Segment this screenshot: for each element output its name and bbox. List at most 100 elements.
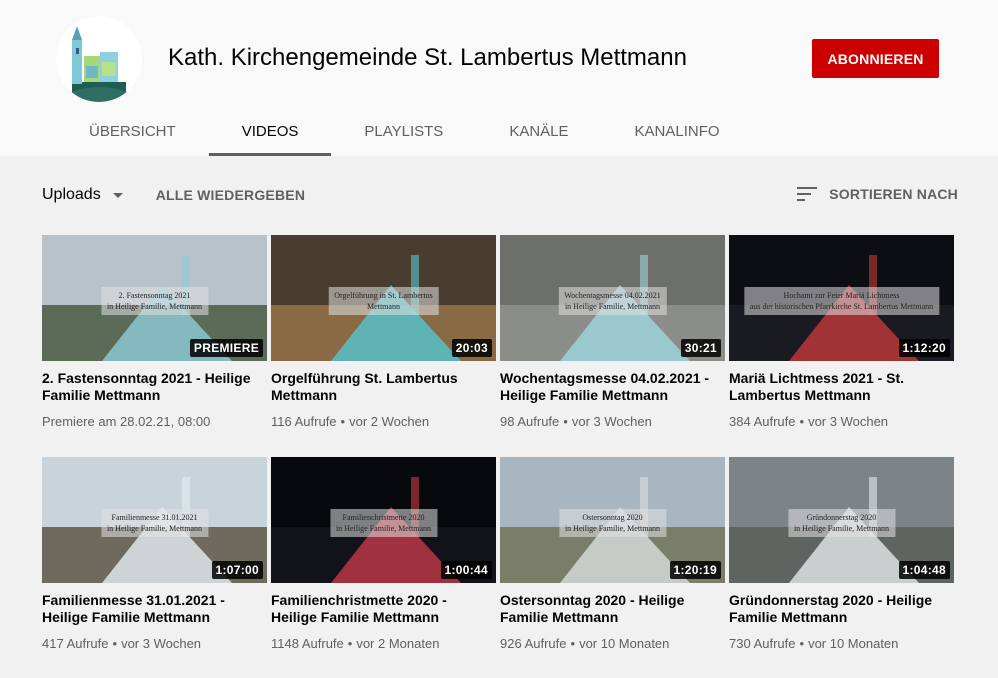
upload-age: vor 3 Wochen [808,414,889,429]
video-title[interactable]: 2. Fastensonntag 2021 - Heilige Familie … [42,370,267,404]
channel-avatar[interactable] [56,16,142,102]
video-meta: 1148 Aufrufe • vor 2 Monaten [271,636,496,651]
thumbnail-caption-line: Wochentagsmesse 04.02.2021 [564,290,661,300]
thumbnail-caption-line: in Heilige Familie, Mettmann [564,523,661,533]
upload-age: vor 3 Wochen [571,414,652,429]
thumbnail-caption-line: in Heilige Familie, Mettmann [335,523,432,533]
thumbnail-caption: Hochamt zur Feier Mariä Lichtmess aus der… [743,286,940,315]
thumbnail-caption-line: Familienchristmette 2020 [342,512,425,522]
video-meta: 730 Aufrufe • vor 10 Monaten [729,636,954,651]
video-card[interactable]: Familienmesse 31.01.2021 in Heilige Famil… [42,457,267,651]
video-card[interactable]: Wochentagsmesse 04.02.2021 in Heilige Fam… [500,235,725,429]
duration-badge: 1:07:00 [211,561,263,579]
thumbnail-caption-line: Hochamt zur Feier Mariä Lichtmess [783,290,900,300]
sort-button[interactable]: SORTIEREN NACH [797,186,958,202]
video-card[interactable]: Familienchristmette 2020 in Heilige Famil… [271,457,496,651]
video-meta: 926 Aufrufe • vor 10 Monaten [500,636,725,651]
upload-age: vor 3 Wochen [121,636,202,651]
duration-badge: 1:12:20 [898,339,950,357]
duration-badge: 1:20:19 [669,561,721,579]
video-thumbnail[interactable]: Ostersonntag 2020 in Heilige Familie, Met… [500,457,725,583]
video-card[interactable]: 2. Fastensonntag 2021 in Heilige Familie,… [42,235,267,429]
view-count: 730 Aufrufe [729,636,796,651]
meta-separator: • [799,414,805,429]
video-thumbnail[interactable]: 2. Fastensonntag 2021 in Heilige Familie,… [42,235,267,361]
video-thumbnail[interactable]: Gründonnerstag 2020 in Heilige Familie, M… [729,457,954,583]
thumbnail-caption: Wochentagsmesse 04.02.2021 in Heilige Fam… [558,286,667,315]
thumbnail-caption-line: Gründonnerstag 2020 [806,512,877,522]
upload-age: vor 2 Monaten [356,636,440,651]
thumbnail-caption-line: Ostersonntag 2020 [582,512,643,522]
video-thumbnail[interactable]: Wochentagsmesse 04.02.2021 in Heilige Fam… [500,235,725,361]
video-meta: 417 Aufrufe • vor 3 Wochen [42,636,267,651]
video-title[interactable]: Orgelführung St. Lambertus Mettmann [271,370,496,404]
video-title[interactable]: Ostersonntag 2020 - Heilige Familie Mett… [500,592,725,626]
video-meta: 384 Aufrufe • vor 3 Wochen [729,414,954,429]
meta-separator: • [563,414,568,429]
upload-age: vor 10 Monaten [579,636,670,651]
thumbnail-caption: Orgelführung in St. Lambertus Mettmann [328,286,439,315]
video-card[interactable]: Hochamt zur Feier Mariä Lichtmess aus der… [729,235,954,429]
meta-separator: • [340,414,346,429]
video-card[interactable]: Gründonnerstag 2020 in Heilige Familie, M… [729,457,954,651]
video-title[interactable]: Familienmesse 31.01.2021 - Heilige Famil… [42,592,267,626]
thumbnail-caption-line: Orgelführung in St. Lambertus [334,290,433,300]
duration-badge: 30:21 [680,339,721,357]
view-count: 926 Aufrufe [500,636,567,651]
video-toolbar: Uploads ALLE WIEDERGEBEN [42,186,305,204]
videos-section: Uploads ALLE WIEDERGEBEN SORTIEREN NACH … [0,156,998,678]
tab-2[interactable]: VIDEOS [208,106,332,156]
channel-name[interactable]: Kath. Kirchengemeinde St. Lambertus Mett… [168,44,687,72]
tab-4[interactable]: KANÄLE [476,106,601,156]
tab-1[interactable]: ÜBERSICHT [56,106,209,156]
duration-badge: 20:03 [451,339,492,357]
thumbnail-caption: Ostersonntag 2020 in Heilige Familie, Met… [558,508,667,537]
church-logo-icon [66,26,132,102]
meta-separator: • [347,636,353,651]
thumbnail-caption: 2. Fastensonntag 2021 in Heilige Familie,… [100,286,209,315]
video-card[interactable]: Ostersonntag 2020 in Heilige Familie, Met… [500,457,725,651]
channel-header: Kath. Kirchengemeinde St. Lambertus Mett… [0,0,998,156]
uploads-dropdown[interactable]: Uploads [42,186,123,204]
duration-badge: 1:04:48 [898,561,950,579]
upload-age: vor 10 Monaten [808,636,899,651]
thumbnail-caption-line: in Heilige Familie, Mettmann [564,301,661,311]
caret-down-icon [112,192,123,198]
view-count: 384 Aufrufe [729,414,796,429]
upload-age: vor 2 Wochen [349,414,430,429]
meta-separator: • [799,636,805,651]
thumbnail-caption: Familienmesse 31.01.2021 in Heilige Famil… [100,508,209,537]
video-meta: 116 Aufrufe • vor 2 Wochen [271,414,496,429]
tab-3[interactable]: PLAYLISTS [331,106,476,156]
video-thumbnail[interactable]: Hochamt zur Feier Mariä Lichtmess aus der… [729,235,954,361]
channel-tabs: ÜBERSICHT VIDEOS PLAYLISTS KANÄLE KANALINFO [56,106,753,156]
thumbnail-caption-line: in Heilige Familie, Mettmann [793,523,890,533]
thumbnail-caption-line: aus der historischen Pfarrkirche St. Lam… [749,301,934,311]
video-card[interactable]: Orgelführung in St. Lambertus Mettmann 20:… [271,235,496,429]
video-title[interactable]: Familienchristmette 2020 - Heilige Famil… [271,592,496,626]
tab-5[interactable]: KANALINFO [602,106,753,156]
duration-badge: 1:00:44 [440,561,492,579]
sort-icon [797,187,818,201]
video-thumbnail[interactable]: Familienmesse 31.01.2021 in Heilige Famil… [42,457,267,583]
video-title[interactable]: Gründonnerstag 2020 - Heilige Familie Me… [729,592,954,626]
premiere-badge: PREMIERE [189,339,263,357]
thumbnail-caption-line: in Heilige Familie, Mettmann [106,301,203,311]
video-thumbnail[interactable]: Familienchristmette 2020 in Heilige Famil… [271,457,496,583]
subscribe-button[interactable]: ABONNIEREN [812,39,939,78]
view-count: Premiere am 28.02.21, 08:00 [42,414,211,429]
meta-separator: • [570,636,576,651]
thumbnail-caption-line: in Heilige Familie, Mettmann [106,523,203,533]
thumbnail-caption-line: Familienmesse 31.01.2021 [111,512,198,522]
play-all-button[interactable]: ALLE WIEDERGEBEN [156,187,305,203]
video-title[interactable]: Wochentagsmesse 04.02.2021 - Heilige Fam… [500,370,725,404]
video-thumbnail[interactable]: Orgelführung in St. Lambertus Mettmann 20:… [271,235,496,361]
video-title[interactable]: Mariä Lichtmess 2021 - St. Lambertus Met… [729,370,954,404]
thumbnail-caption-line: 2. Fastensonntag 2021 [118,290,191,300]
video-meta: 98 Aufrufe • vor 3 Wochen [500,414,725,429]
sort-label: SORTIEREN NACH [829,186,958,202]
thumbnail-caption: Familienchristmette 2020 in Heilige Famil… [329,508,438,537]
thumbnail-caption: Gründonnerstag 2020 in Heilige Familie, M… [787,508,896,537]
video-meta: Premiere am 28.02.21, 08:00 [42,414,267,429]
thumbnail-caption-line: Mettmann [367,301,400,311]
